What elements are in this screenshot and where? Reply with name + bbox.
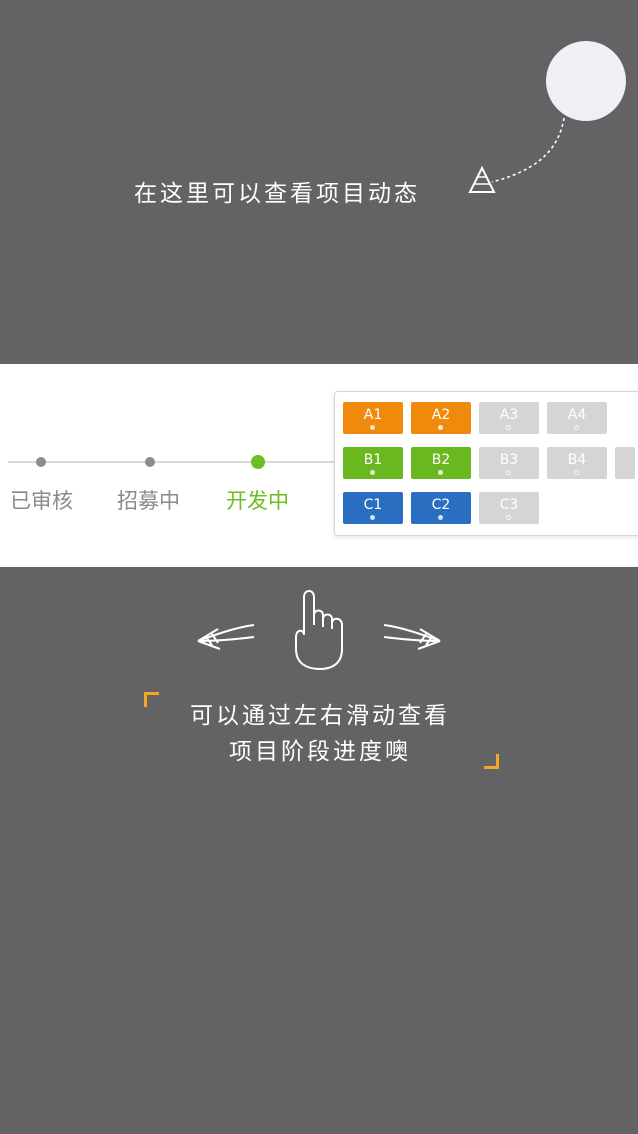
phase-chip-a1[interactable]: A1 [343, 402, 403, 434]
phase-chip-a4[interactable]: A4 [547, 402, 607, 434]
phase-chip-a3[interactable]: A3 [479, 402, 539, 434]
phase-chip-c2[interactable]: C2 [411, 492, 471, 524]
timeline-line [8, 461, 334, 463]
phase-chip-b3[interactable]: B3 [479, 447, 539, 479]
bottom-hint-line2: 项目阶段进度噢 [229, 739, 411, 765]
avatar-placeholder[interactable] [546, 41, 626, 121]
stage-label-reviewed[interactable]: 已审核 [10, 485, 73, 515]
stage-dot-developing [251, 455, 265, 469]
phase-chip-b2[interactable]: B2 [411, 447, 471, 479]
top-hint-text: 在这里可以查看项目动态 [134, 181, 420, 207]
dashed-arrow-icon [468, 117, 565, 193]
quote-bracket-close [484, 754, 499, 769]
stage-label-developing[interactable]: 开发中 [226, 485, 289, 515]
phase-chip-c1[interactable]: C1 [343, 492, 403, 524]
phase-chip-b5-partial[interactable] [615, 447, 635, 479]
phase-chip-b1[interactable]: B1 [343, 447, 403, 479]
phase-grid-card[interactable]: A1 A2 A3 A4 B1 B2 B3 B4 C1 C2 C3 [334, 391, 638, 536]
phase-chip-c3[interactable]: C3 [479, 492, 539, 524]
swipe-right-arrow-icon [383, 624, 441, 650]
stage-label-recruiting[interactable]: 招募中 [117, 485, 180, 515]
stage-dot-recruiting [145, 457, 155, 467]
stage-dot-reviewed [36, 457, 46, 467]
phase-chip-a2[interactable]: A2 [411, 402, 471, 434]
project-stage-strip[interactable]: 已审核 招募中 开发中 A1 A2 A3 A4 B1 B2 B3 B4 C1 C… [0, 364, 638, 567]
phase-chip-b4[interactable]: B4 [547, 447, 607, 479]
swipe-left-arrow-icon [197, 624, 255, 650]
hand-pointer-icon [295, 590, 343, 671]
bottom-hint-text: 可以通过左右滑动查看 项目阶段进度噢 [150, 698, 490, 770]
bottom-hint-line1: 可以通过左右滑动查看 [190, 703, 450, 729]
swipe-gesture-illustration [197, 590, 441, 671]
